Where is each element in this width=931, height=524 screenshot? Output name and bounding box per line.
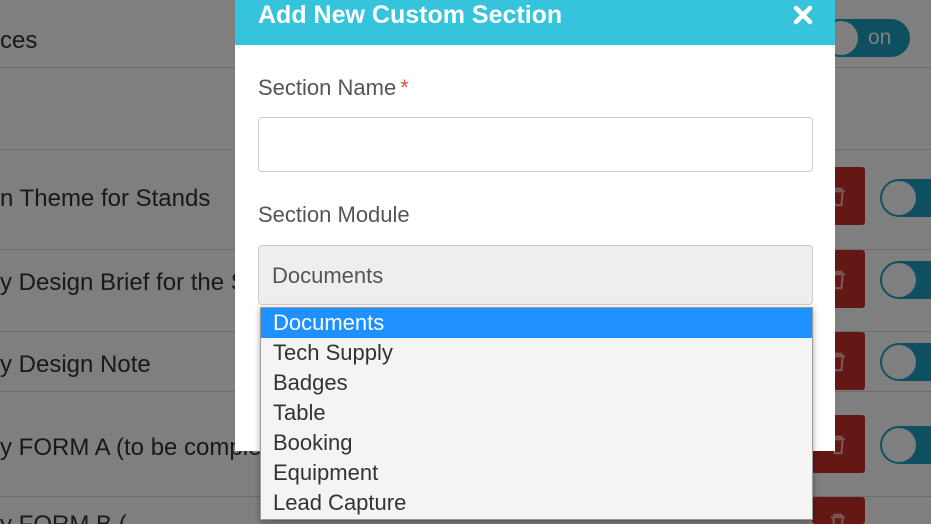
dropdown-option-equipment[interactable]: Equipment [261,458,812,488]
dropdown-option-documents[interactable]: Documents [261,308,812,338]
dropdown-option-lead-capture[interactable]: Lead Capture [261,488,812,518]
close-icon[interactable] [791,3,815,27]
modal-title: Add New Custom Section [258,1,563,29]
section-module-select[interactable]: Documents [258,245,813,305]
dropdown-option-tech-supply[interactable]: Tech Supply [261,338,812,368]
dropdown-option-badges[interactable]: Badges [261,368,812,398]
required-indicator: * [400,75,409,100]
section-name-label: Section Name * [258,75,409,101]
dropdown-option-table[interactable]: Table [261,398,812,428]
modal-header: Add New Custom Section [235,0,835,45]
section-module-dropdown: Documents Tech Supply Badges Table Booki… [260,307,813,520]
dropdown-option-booking[interactable]: Booking [261,428,812,458]
section-name-input[interactable] [258,117,813,172]
section-name-label-text: Section Name [258,75,397,100]
section-module-label: Section Module [258,202,410,227]
section-module-selected-value: Documents [272,263,384,288]
